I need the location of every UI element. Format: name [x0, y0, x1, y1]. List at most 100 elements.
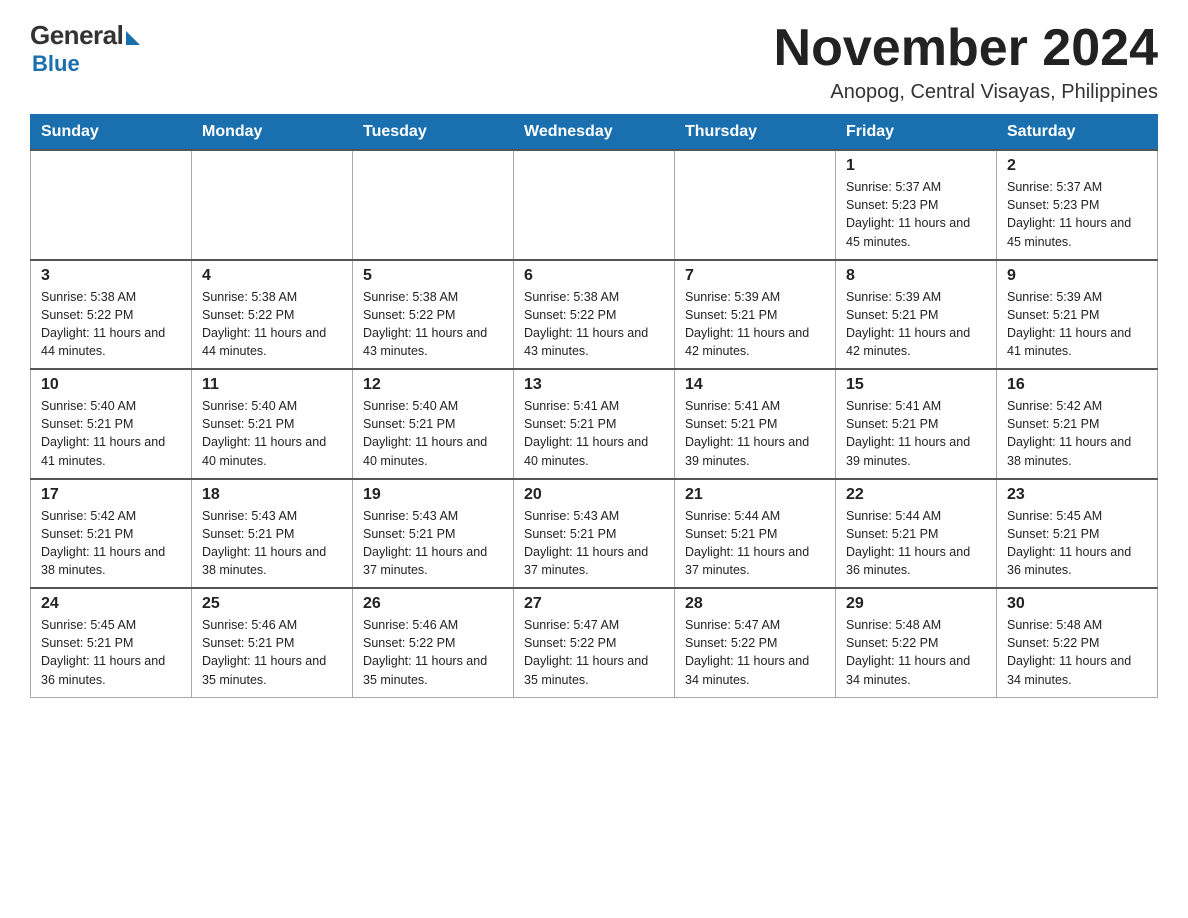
calendar-cell	[514, 150, 675, 260]
day-sun-info: Sunrise: 5:47 AMSunset: 5:22 PMDaylight:…	[685, 616, 825, 689]
day-number: 20	[524, 486, 664, 504]
day-sun-info: Sunrise: 5:37 AMSunset: 5:23 PMDaylight:…	[846, 178, 986, 251]
day-sun-info: Sunrise: 5:39 AMSunset: 5:21 PMDaylight:…	[685, 288, 825, 361]
calendar-header-row: SundayMondayTuesdayWednesdayThursdayFrid…	[31, 115, 1158, 151]
day-sun-info: Sunrise: 5:37 AMSunset: 5:23 PMDaylight:…	[1007, 178, 1147, 251]
day-number: 22	[846, 486, 986, 504]
weekday-header-saturday: Saturday	[997, 115, 1158, 151]
day-sun-info: Sunrise: 5:47 AMSunset: 5:22 PMDaylight:…	[524, 616, 664, 689]
day-sun-info: Sunrise: 5:41 AMSunset: 5:21 PMDaylight:…	[685, 397, 825, 470]
calendar-cell: 14 Sunrise: 5:41 AMSunset: 5:21 PMDayligh…	[675, 369, 836, 479]
day-sun-info: Sunrise: 5:43 AMSunset: 5:21 PMDaylight:…	[524, 507, 664, 580]
calendar-cell: 19Sunrise: 5:43 AMSunset: 5:21 PMDayligh…	[353, 479, 514, 589]
weekday-header-monday: Monday	[192, 115, 353, 151]
calendar-cell: 8 Sunrise: 5:39 AMSunset: 5:21 PMDaylight…	[836, 260, 997, 370]
day-number: 6	[524, 267, 664, 285]
calendar-cell: 7 Sunrise: 5:39 AMSunset: 5:21 PMDaylight…	[675, 260, 836, 370]
day-sun-info: Sunrise: 5:48 AMSunset: 5:22 PMDaylight:…	[846, 616, 986, 689]
weekday-header-thursday: Thursday	[675, 115, 836, 151]
month-year-title: November 2024	[774, 20, 1158, 77]
day-number: 16	[1007, 376, 1147, 394]
calendar-cell: 5 Sunrise: 5:38 AMSunset: 5:22 PMDaylight…	[353, 260, 514, 370]
day-sun-info: Sunrise: 5:48 AMSunset: 5:22 PMDaylight:…	[1007, 616, 1147, 689]
calendar-table: SundayMondayTuesdayWednesdayThursdayFrid…	[30, 114, 1158, 698]
calendar-week-row: 10 Sunrise: 5:40 AMSunset: 5:21 PMDayligh…	[31, 369, 1158, 479]
calendar-cell: 1 Sunrise: 5:37 AMSunset: 5:23 PMDaylight…	[836, 150, 997, 260]
day-sun-info: Sunrise: 5:45 AMSunset: 5:21 PMDaylight:…	[1007, 507, 1147, 580]
day-number: 14	[685, 376, 825, 394]
calendar-week-row: 1 Sunrise: 5:37 AMSunset: 5:23 PMDaylight…	[31, 150, 1158, 260]
day-number: 18	[202, 486, 342, 504]
page-header: General Blue November 2024 Anopog, Centr…	[30, 20, 1158, 104]
day-sun-info: Sunrise: 5:44 AMSunset: 5:21 PMDaylight:…	[846, 507, 986, 580]
day-number: 19	[363, 486, 503, 504]
day-number: 30	[1007, 595, 1147, 613]
logo: General Blue	[30, 20, 144, 77]
calendar-cell: 3Sunrise: 5:38 AMSunset: 5:22 PMDaylight…	[31, 260, 192, 370]
day-number: 26	[363, 595, 503, 613]
day-sun-info: Sunrise: 5:41 AMSunset: 5:21 PMDaylight:…	[524, 397, 664, 470]
day-number: 12	[363, 376, 503, 394]
calendar-cell: 17 Sunrise: 5:42 AMSunset: 5:21 PMDayligh…	[31, 479, 192, 589]
day-sun-info: Sunrise: 5:46 AMSunset: 5:21 PMDaylight:…	[202, 616, 342, 689]
calendar-cell: 28 Sunrise: 5:47 AMSunset: 5:22 PMDayligh…	[675, 588, 836, 697]
day-sun-info: Sunrise: 5:38 AMSunset: 5:22 PMDaylight:…	[363, 288, 503, 361]
day-number: 9	[1007, 267, 1147, 285]
calendar-cell: 11Sunrise: 5:40 AMSunset: 5:21 PMDayligh…	[192, 369, 353, 479]
day-sun-info: Sunrise: 5:40 AMSunset: 5:21 PMDaylight:…	[363, 397, 503, 470]
calendar-cell: 16Sunrise: 5:42 AMSunset: 5:21 PMDayligh…	[997, 369, 1158, 479]
day-sun-info: Sunrise: 5:44 AMSunset: 5:21 PMDaylight:…	[685, 507, 825, 580]
calendar-cell: 20 Sunrise: 5:43 AMSunset: 5:21 PMDayligh…	[514, 479, 675, 589]
calendar-cell: 6Sunrise: 5:38 AMSunset: 5:22 PMDaylight…	[514, 260, 675, 370]
calendar-week-row: 3 Sunrise: 5:38 AMSunset: 5:22 PMDaylight…	[31, 260, 1158, 370]
day-number: 1	[846, 157, 986, 175]
day-number: 17	[41, 486, 181, 504]
calendar-week-row: 24Sunrise: 5:45 AMSunset: 5:21 PMDayligh…	[31, 588, 1158, 697]
day-sun-info: Sunrise: 5:41 AMSunset: 5:21 PMDaylight:…	[846, 397, 986, 470]
weekday-header-wednesday: Wednesday	[514, 115, 675, 151]
calendar-cell: 10 Sunrise: 5:40 AMSunset: 5:21 PMDayligh…	[31, 369, 192, 479]
calendar-cell: 15Sunrise: 5:41 AMSunset: 5:21 PMDayligh…	[836, 369, 997, 479]
day-number: 8	[846, 267, 986, 285]
calendar-cell: 9Sunrise: 5:39 AMSunset: 5:21 PMDaylight…	[997, 260, 1158, 370]
day-number: 25	[202, 595, 342, 613]
day-sun-info: Sunrise: 5:43 AMSunset: 5:21 PMDaylight:…	[202, 507, 342, 580]
day-sun-info: Sunrise: 5:38 AMSunset: 5:22 PMDaylight:…	[202, 288, 342, 361]
day-number: 28	[685, 595, 825, 613]
day-number: 2	[1007, 157, 1147, 175]
day-number: 10	[41, 376, 181, 394]
day-sun-info: Sunrise: 5:42 AMSunset: 5:21 PMDaylight:…	[41, 507, 181, 580]
calendar-cell: 22 Sunrise: 5:44 AMSunset: 5:21 PMDayligh…	[836, 479, 997, 589]
calendar-cell	[31, 150, 192, 260]
weekday-header-tuesday: Tuesday	[353, 115, 514, 151]
calendar-cell: 30 Sunrise: 5:48 AMSunset: 5:22 PMDayligh…	[997, 588, 1158, 697]
calendar-cell	[192, 150, 353, 260]
day-number: 3	[41, 267, 181, 285]
day-number: 24	[41, 595, 181, 613]
day-sun-info: Sunrise: 5:40 AMSunset: 5:21 PMDaylight:…	[41, 397, 181, 470]
day-sun-info: Sunrise: 5:39 AMSunset: 5:21 PMDaylight:…	[846, 288, 986, 361]
day-sun-info: Sunrise: 5:46 AMSunset: 5:22 PMDaylight:…	[363, 616, 503, 689]
calendar-cell: 18 Sunrise: 5:43 AMSunset: 5:21 PMDayligh…	[192, 479, 353, 589]
calendar-cell: 26 Sunrise: 5:46 AMSunset: 5:22 PMDayligh…	[353, 588, 514, 697]
calendar-cell: 4 Sunrise: 5:38 AMSunset: 5:22 PMDaylight…	[192, 260, 353, 370]
day-number: 21	[685, 486, 825, 504]
calendar-cell: 27 Sunrise: 5:47 AMSunset: 5:22 PMDayligh…	[514, 588, 675, 697]
calendar-cell: 2 Sunrise: 5:37 AMSunset: 5:23 PMDaylight…	[997, 150, 1158, 260]
day-number: 7	[685, 267, 825, 285]
logo-general-text: General	[30, 20, 123, 51]
calendar-cell	[675, 150, 836, 260]
day-number: 5	[363, 267, 503, 285]
day-number: 27	[524, 595, 664, 613]
calendar-cell: 23Sunrise: 5:45 AMSunset: 5:21 PMDayligh…	[997, 479, 1158, 589]
day-number: 4	[202, 267, 342, 285]
weekday-header-sunday: Sunday	[31, 115, 192, 151]
calendar-cell: 24Sunrise: 5:45 AMSunset: 5:21 PMDayligh…	[31, 588, 192, 697]
day-sun-info: Sunrise: 5:40 AMSunset: 5:21 PMDaylight:…	[202, 397, 342, 470]
title-section: November 2024 Anopog, Central Visayas, P…	[774, 20, 1158, 104]
calendar-cell: 21 Sunrise: 5:44 AMSunset: 5:21 PMDayligh…	[675, 479, 836, 589]
logo-bottom-text: Blue	[32, 51, 80, 77]
location-subtitle: Anopog, Central Visayas, Philippines	[774, 81, 1158, 104]
calendar-cell: 29Sunrise: 5:48 AMSunset: 5:22 PMDayligh…	[836, 588, 997, 697]
calendar-cell	[353, 150, 514, 260]
